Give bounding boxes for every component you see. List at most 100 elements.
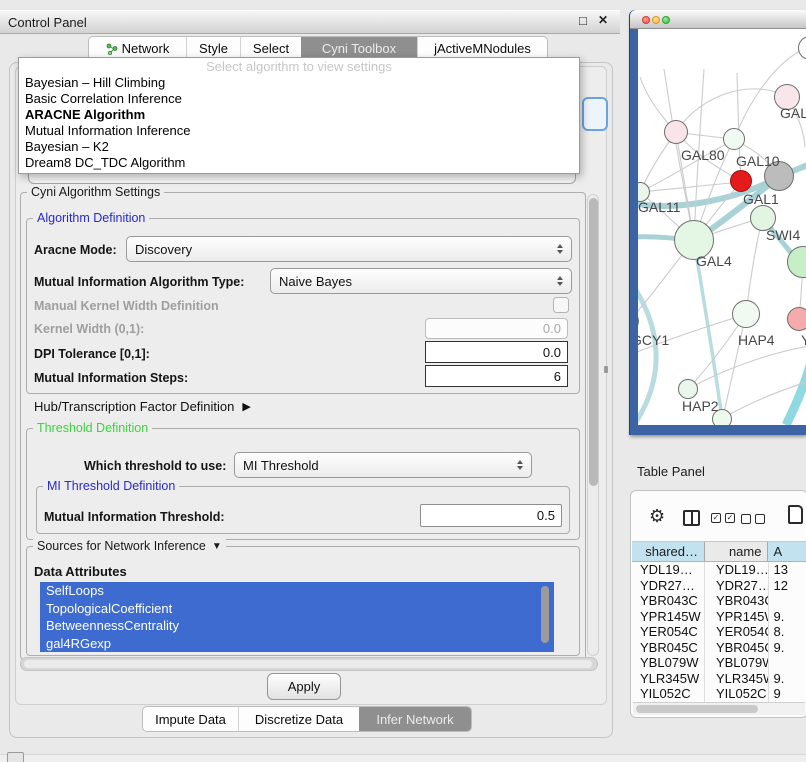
table-row[interactable]: YLR345W YLR345W 9.	[632, 671, 806, 687]
list-item[interactable]: SelfLoops	[40, 582, 554, 600]
table-cell[interactable]: YDL19…	[705, 562, 769, 578]
dpi-tolerance-field[interactable]: 0.0	[425, 341, 568, 363]
network-canvas[interactable]: GAL GAL80 GAL10 GAL1 GAL11 SWI4 GAL4 GCY…	[638, 29, 806, 425]
settings-vscrollbar-thumb[interactable]	[589, 198, 598, 486]
columns-icon[interactable]	[683, 510, 700, 526]
settings-hscrollbar-thumb[interactable]	[24, 660, 592, 668]
dropdown-item[interactable]: Bayesian – Hill Climbing	[19, 75, 579, 91]
table-cell[interactable]: YPR145W	[705, 609, 769, 625]
apply-button[interactable]: Apply	[267, 673, 341, 700]
network-node[interactable]	[732, 300, 760, 328]
table-cell[interactable]: 9	[769, 686, 806, 702]
zoom-traffic-light[interactable]	[662, 16, 670, 24]
table-cell[interactable]: 8.	[769, 624, 806, 640]
network-window-titlebar[interactable]	[630, 10, 806, 29]
list-item[interactable]: BetweennessCentrality	[40, 617, 554, 635]
hide-panel-icon[interactable]	[7, 752, 24, 762]
column-header-truncated[interactable]: A	[768, 542, 806, 561]
network-node[interactable]	[664, 120, 688, 144]
tab-infer-network[interactable]: Infer Network	[359, 707, 471, 731]
table-cell[interactable]: YBL079W	[632, 655, 705, 671]
table-cell[interactable]: 12	[769, 578, 806, 594]
manual-kernel-label: Manual Kernel Width Definition	[34, 299, 219, 313]
mi-type-label: Mutual Information Algorithm Type:	[34, 275, 244, 289]
close-icon[interactable]: ✕	[598, 13, 608, 27]
stepper-icon	[557, 276, 563, 286]
check-all-icon[interactable]: ✓✓	[711, 513, 735, 523]
node-label: GAL10	[736, 153, 780, 169]
table-row[interactable]: YDR27… YDR27… 12	[632, 578, 806, 594]
mi-steps-field[interactable]: 6	[425, 365, 568, 387]
table-cell[interactable]: YBL079W	[705, 655, 769, 671]
node-label: GCY1	[638, 332, 669, 348]
data-attributes-label: Data Attributes	[34, 564, 127, 579]
table-row[interactable]: YBR043C YBR043C	[632, 593, 806, 609]
kernel-width-field[interactable]: 0.0	[425, 318, 568, 339]
list-item[interactable]: TopologicalCoefficient	[40, 600, 554, 618]
settings-vscrollbar[interactable]	[587, 194, 599, 656]
table-cell[interactable]: 9.	[769, 671, 806, 687]
table-cell[interactable]	[769, 655, 806, 671]
dropdown-item[interactable]: Dream8 DC_TDC Algorithm	[19, 155, 579, 171]
panel-splitter-handle[interactable]	[604, 366, 608, 373]
mi-threshold-field[interactable]: 0.5	[420, 504, 562, 527]
network-node[interactable]	[787, 307, 806, 331]
table-cell[interactable]: 13	[769, 562, 806, 578]
table-cell[interactable]: YPR145W	[632, 609, 705, 625]
table-cell[interactable]: YBR045C	[705, 640, 769, 656]
table-cell[interactable]: YLR345W	[705, 671, 769, 687]
node-label: GAL4	[696, 253, 732, 269]
table-hscrollbar-thumb[interactable]	[636, 705, 758, 713]
column-header-name[interactable]: name	[705, 542, 768, 561]
table-cell[interactable]: 9.	[769, 640, 806, 656]
settings-hscrollbar[interactable]	[20, 657, 598, 671]
dropdown-item[interactable]: Bayesian – K2	[19, 139, 579, 155]
hub-definition-toggle[interactable]: Hub/Transcription Factor Definition ▶	[34, 399, 251, 414]
dropdown-item-selected[interactable]: ARACNE Algorithm	[19, 107, 579, 123]
which-threshold-combo[interactable]: MI Threshold	[234, 452, 532, 478]
list-item[interactable]: gal4RGexp	[40, 635, 554, 653]
aracne-mode-combo[interactable]: Discovery	[126, 236, 572, 262]
mi-threshold-group-title: MI Threshold Definition	[43, 479, 179, 493]
minimize-traffic-light[interactable]	[652, 16, 660, 24]
close-traffic-light[interactable]	[642, 16, 650, 24]
table-cell[interactable]: YER054C	[705, 624, 769, 640]
table-row[interactable]: YDL19… YDL19… 13	[632, 562, 806, 578]
uncheck-all-icon[interactable]	[741, 514, 765, 524]
network-node[interactable]	[723, 128, 745, 150]
mi-type-combo[interactable]: Naive Bayes	[270, 268, 572, 294]
table-cell[interactable]: YBR045C	[632, 640, 705, 656]
table-hscrollbar[interactable]	[633, 702, 805, 715]
table-row[interactable]: YER054C YER054C 8.	[632, 624, 806, 640]
manual-kernel-checkbox[interactable]	[553, 297, 569, 313]
table-cell[interactable]: YBR043C	[705, 593, 769, 609]
table-cell[interactable]: YDL19…	[632, 562, 705, 578]
table-cell[interactable]: YLR345W	[632, 671, 705, 687]
focused-combo-fragment[interactable]	[582, 97, 608, 131]
new-table-icon[interactable]	[788, 505, 803, 524]
table-row[interactable]: YBR045C YBR045C 9.	[632, 640, 806, 656]
which-threshold-label: Which threshold to use:	[84, 459, 226, 473]
dropdown-item[interactable]: Basic Correlation Inference	[19, 91, 579, 107]
table-cell[interactable]: YDR27…	[632, 578, 705, 594]
table-row[interactable]: YPR145W YPR145W 9.	[632, 609, 806, 625]
table-cell[interactable]: YER054C	[632, 624, 705, 640]
table-cell[interactable]: YBR043C	[632, 593, 705, 609]
table-cell[interactable]: 9.	[769, 609, 806, 625]
table-cell[interactable]: YIL052C	[705, 686, 769, 702]
tab-impute-data[interactable]: Impute Data	[143, 707, 238, 731]
gear-icon[interactable]: ⚙	[649, 507, 665, 525]
list-vscrollbar-thumb[interactable]	[541, 586, 549, 643]
network-node-selected-red[interactable]	[730, 170, 752, 192]
column-header-shared-name[interactable]: shared…	[632, 542, 705, 561]
dropdown-item[interactable]: Mutual Information Inference	[19, 123, 579, 139]
table-row[interactable]: YBL079W YBL079W	[632, 655, 806, 671]
table-row[interactable]: YIL052C YIL052C 9	[632, 686, 806, 702]
network-node[interactable]	[678, 379, 698, 399]
tab-discretize-data[interactable]: Discretize Data	[238, 707, 359, 731]
table-cell[interactable]: YIL052C	[632, 686, 705, 702]
sources-group-title[interactable]: Sources for Network Inference ▼	[33, 539, 226, 553]
float-icon[interactable]: □	[579, 13, 587, 28]
table-cell[interactable]	[769, 593, 806, 609]
table-cell[interactable]: YDR27…	[705, 578, 769, 594]
